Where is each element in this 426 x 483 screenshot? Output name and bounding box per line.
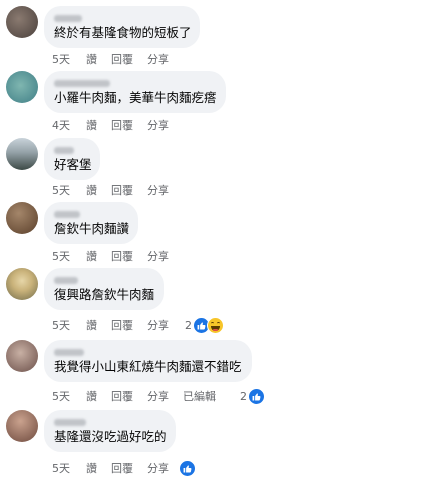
avatar[interactable] [6,6,38,38]
avatar[interactable] [6,71,38,103]
reaction-count: 2 [185,318,192,332]
share-button[interactable]: 分享 [147,388,169,404]
edited-label[interactable]: 已編輯 [183,388,216,404]
reply-button[interactable]: 回覆 [111,460,133,476]
reply-button[interactable]: 回覆 [111,117,133,133]
share-button[interactable]: 分享 [147,317,169,333]
commenter-name[interactable] [54,346,242,358]
comment-bubble: 我覺得小山東紅燒牛肉麵還不錯吃 [44,340,252,382]
commenter-name[interactable] [54,77,216,89]
share-button[interactable]: 分享 [147,248,169,264]
comment-actions: 5天 讚 回覆 分享 [52,248,183,264]
commenter-name[interactable] [54,274,154,286]
commenter-name[interactable] [54,208,128,220]
like-icon [248,387,265,405]
reply-button[interactable]: 回覆 [111,388,133,404]
commenter-name[interactable] [54,12,190,24]
like-button[interactable]: 讚 [86,248,97,264]
reply-button[interactable]: 回覆 [111,248,133,264]
share-button[interactable]: 分享 [147,182,169,198]
reply-button[interactable]: 回覆 [111,317,133,333]
comment-actions: 4天 讚 回覆 分享 [52,117,183,133]
share-button[interactable]: 分享 [147,117,169,133]
commenter-name[interactable] [54,416,166,428]
avatar[interactable] [6,202,38,234]
comment-text: 我覺得小山東紅燒牛肉麵還不錯吃 [54,359,242,374]
haha-icon [207,316,224,334]
comment-text: 小羅牛肉麵，美華牛肉麵疙瘩 [54,90,217,105]
timestamp[interactable]: 5天 [52,317,86,333]
comment-feed: 終於有基隆食物的短板了 5天 讚 回覆 分享 小羅牛肉麵，美華牛肉麵疙瘩 4天 … [0,0,426,483]
reaction-summary[interactable]: 2 [240,387,265,405]
like-button[interactable]: 讚 [86,317,97,333]
comment-text: 詹欽牛肉麵讚 [54,221,130,236]
comment-text: 終於有基隆食物的短板了 [54,25,192,40]
like-button[interactable]: 讚 [86,388,97,404]
share-button[interactable]: 分享 [147,51,169,67]
timestamp[interactable]: 5天 [52,248,86,264]
share-button[interactable]: 分享 [147,460,169,476]
reaction-summary[interactable]: 2 [185,316,224,334]
timestamp[interactable]: 4天 [52,117,86,133]
timestamp[interactable]: 5天 [52,182,86,198]
comment-actions: 5天 讚 回覆 分享 2 [52,316,224,334]
comment-actions: 5天 讚 回覆 分享 [52,51,183,67]
timestamp[interactable]: 5天 [52,388,86,404]
like-button[interactable]: 讚 [86,117,97,133]
reply-button[interactable]: 回覆 [111,182,133,198]
comment-actions: 5天 讚 回覆 分享 [52,459,196,477]
comment-bubble: 終於有基隆食物的短板了 [44,6,200,48]
comment-bubble: 復興路詹欽牛肉麵 [44,268,164,310]
comment-bubble: 詹欽牛肉麵讚 [44,202,138,244]
comment-actions: 5天 讚 回覆 分享 已編輯 2 [52,387,265,405]
like-button[interactable]: 讚 [86,182,97,198]
comment-text: 好客堡 [54,157,92,172]
reply-button[interactable]: 回覆 [111,51,133,67]
avatar[interactable] [6,410,38,442]
avatar[interactable] [6,268,38,300]
reaction-summary[interactable] [179,459,196,477]
comment-actions: 5天 讚 回覆 分享 [52,182,183,198]
timestamp[interactable]: 5天 [52,51,86,67]
like-button[interactable]: 讚 [86,51,97,67]
commenter-name[interactable] [54,144,90,156]
comment-bubble: 基隆還沒吃過好吃的 [44,410,176,452]
comment-text: 復興路詹欽牛肉麵 [54,287,155,302]
comment-text: 基隆還沒吃過好吃的 [54,429,167,444]
like-icon [179,459,196,477]
avatar[interactable] [6,340,38,372]
comment-bubble: 好客堡 [44,138,100,180]
timestamp[interactable]: 5天 [52,460,86,476]
like-button[interactable]: 讚 [86,460,97,476]
avatar[interactable] [6,138,38,170]
reaction-count: 2 [240,389,247,403]
comment-bubble: 小羅牛肉麵，美華牛肉麵疙瘩 [44,71,226,113]
